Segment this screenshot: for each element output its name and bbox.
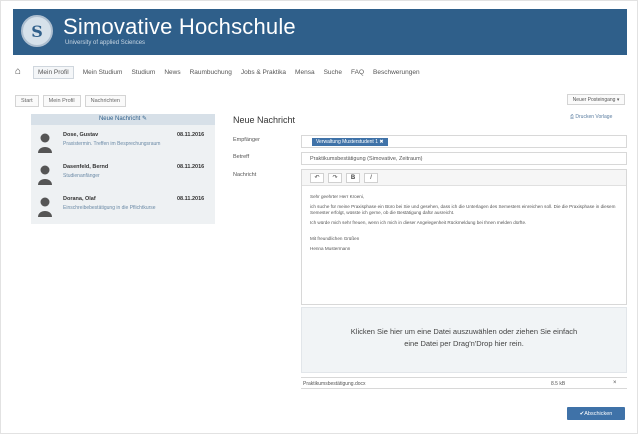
pencil-icon: ✎ [142,116,148,122]
subject-field[interactable]: Praktikumsbestätigung (Simovative, Zeitr… [301,152,627,165]
user-avatar-icon [38,133,52,153]
print-link[interactable]: ⎙ Drucken Vorlage [570,114,612,120]
message-snippet: Einschreibebestätigung in die Pflichtkur… [63,205,156,211]
file-dropzone[interactable]: Klicken Sie hier um eine Datei auszuwähl… [301,307,627,373]
send-button[interactable]: ✔ Abschicken [567,407,625,420]
remove-attachment-icon[interactable]: × [613,380,617,386]
message-label: Nachricht [233,172,257,178]
body-greeting: Sehr geehrter Herr Kroeni, [310,194,365,199]
dropzone-text-1: Klicken Sie hier um eine Datei auszuwähl… [350,327,578,336]
nav-item-studium[interactable]: Studium [131,67,155,78]
body-signature: Henna Mustermann [310,246,351,251]
nav-item-beschwerungen[interactable]: Beschwerungen [373,67,420,78]
body-paragraph: Ich würde mich sehr freuen, wenn ich mic… [310,220,527,225]
list-item[interactable]: Dorana, Olaf 08.11.2016 Einschreibebestä… [31,193,215,223]
nav-item-suche[interactable]: Suche [324,67,342,78]
header-bar: S Simovative Hochschule University of ap… [13,9,627,55]
compose-title: Neue Nachricht [233,115,296,125]
breadcrumb-profile[interactable]: Mein Profil [42,95,81,107]
message-editor[interactable]: ↶ ↷ B I Sehr geehrter Herr Kroeni, ich s… [301,169,627,305]
user-avatar-icon [38,197,52,217]
breadcrumb: Start Mein Profil Nachrichten [15,95,126,107]
dropzone-text-2: eine Datei per Drag'n'Drop hier rein. [404,339,524,348]
recipient-chip[interactable]: Verwaltung Musterstudent 1 ✖ [312,138,388,146]
nav-item-jobs[interactable]: Jobs & Praktika [241,67,286,78]
sender-name: Dasenfeld, Bernd [63,164,109,170]
undo-icon[interactable]: ↶ [310,172,324,183]
bold-icon[interactable]: B [346,172,360,183]
attachment-name[interactable]: Praktikumsbestätigung.docx [303,381,366,387]
recipient-field[interactable]: Verwaltung Musterstudent 1 ✖ [301,135,627,148]
message-list: Neue Nachricht ✎ Dose, Gustav 08.11.2016… [31,114,215,224]
message-snippet: Studienanfänger [63,173,100,179]
nav-item-faq[interactable]: FAQ [351,67,364,78]
subject-label: Betreff [233,154,250,160]
sender-name: Dorana, Olaf [63,196,96,202]
chevron-down-icon: ▾ [615,96,620,103]
message-snippet: Praxistermin. Treffen im Besprechungsrau… [63,141,161,147]
redo-icon[interactable]: ↷ [328,172,342,183]
sender-name: Dose, Gustav [63,132,99,138]
nav-item-mein-profil[interactable]: Mein Profil [33,65,74,79]
nav-item-mein-studium[interactable]: Mein Studium [83,67,123,78]
page: S Simovative Hochschule University of ap… [0,0,638,434]
user-avatar-icon [38,165,52,185]
list-item[interactable]: Dose, Gustav 08.11.2016 Praxistermin. Tr… [31,129,215,159]
attachment-row: Praktikumsbestätigung.docx 8.5 kB × [301,377,627,389]
brand-title[interactable]: Simovative Hochschule [63,14,296,40]
breadcrumb-messages[interactable]: Nachrichten [84,95,126,107]
main-nav: ⌂ Mein Profil Mein Studium Studium News … [15,63,627,81]
nav-item-news[interactable]: News [164,67,180,78]
brand-subtitle: University of applied Sciences [65,40,146,46]
new-message-label: Neue Nachricht [98,116,141,122]
send-button-label: Abschicken [584,410,613,417]
recipient-label: Empfänger [233,137,260,143]
new-message-button[interactable]: Neue Nachricht ✎ [31,114,215,125]
print-link-label: Drucken Vorlage [575,114,613,120]
editor-toolbar: ↶ ↷ B I [302,170,626,186]
body-paragraph: ich suche für meine Praxisphase ein Büro… [310,204,616,215]
message-date: 08.11.2016 [177,132,205,138]
folder-dropdown-label: Neuer Posteingang [572,96,616,103]
breadcrumb-start[interactable]: Start [15,95,39,107]
body-closing: Mit freundlichen Grüßen [310,236,360,241]
nav-item-mensa[interactable]: Mensa [295,67,315,78]
folder-dropdown[interactable]: Neuer Posteingang ▾ [567,94,625,105]
message-date: 08.11.2016 [177,164,205,170]
home-icon[interactable]: ⌂ [15,67,25,77]
message-date: 08.11.2016 [177,196,205,202]
nav-item-raumbuchung[interactable]: Raumbuchung [190,67,232,78]
message-body[interactable]: Sehr geehrter Herr Kroeni, ich suche für… [310,194,622,256]
list-item[interactable]: Dasenfeld, Bernd 08.11.2016 Studienanfän… [31,161,215,191]
italic-icon[interactable]: I [364,172,378,183]
university-seal-icon[interactable]: S [21,15,53,47]
attachment-size: 8.5 kB [551,381,566,387]
